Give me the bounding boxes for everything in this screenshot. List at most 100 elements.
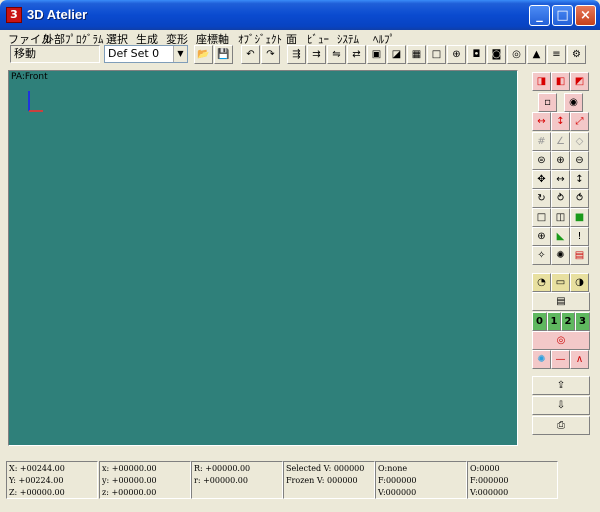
redo-icon[interactable]: ↷ [261, 45, 280, 64]
zoom-fit-icon[interactable]: ⊜ [532, 151, 551, 170]
globe-grid-icon[interactable]: ⊕ [532, 227, 551, 246]
scale-xy-icon[interactable]: ⤢ [570, 112, 589, 131]
layer-icon[interactable]: ▤ [532, 292, 590, 311]
disk-stack-icon[interactable]: ≡ [547, 45, 566, 64]
status-selected-v: Selected V: 000000 [286, 464, 365, 473]
cube-view-a-icon[interactable]: ◨ [532, 72, 551, 91]
scale-y-icon[interactable]: ↕ [551, 112, 570, 131]
sphere-icon[interactable]: ⊕ [447, 45, 466, 64]
close-button[interactable]: × [575, 5, 596, 26]
status-radius: R: +00000.00 r: +00000.00 [191, 461, 283, 499]
water-icon[interactable]: ✺ [532, 350, 551, 369]
select-c-icon[interactable]: ◑ [570, 273, 589, 292]
status-r: r: +00000.00 [194, 476, 248, 485]
menu-bar: ファイル 外部ﾌﾟﾛｸﾞﾗﾑ 選択 生成 変形 座標軸 ｵﾌﾞｼﾞｪｸﾄ 面 ﾋ… [4, 30, 596, 46]
layer-2-button[interactable]: 2 [561, 312, 575, 331]
transform-2-icon[interactable]: ⇉ [307, 45, 326, 64]
light-bulb-icon[interactable]: ✺ [551, 246, 570, 265]
status-vertices: Selected V: 000000 Frozen V: 000000 [283, 461, 375, 499]
cube-view-b-icon[interactable]: ◧ [551, 72, 570, 91]
mode-display: 移動 [10, 45, 100, 63]
save-icon[interactable]: 💾 [214, 45, 233, 64]
status-local-coords: x: +00000.00 y: +00000.00 z: +00000.00 [99, 461, 191, 499]
torus-icon[interactable]: ◎ [507, 45, 526, 64]
print-icon[interactable]: ⎙ [532, 416, 590, 435]
status-v-b: V:000000 [470, 488, 509, 497]
cube-view-c-icon[interactable]: ◩ [570, 72, 589, 91]
pan-icon[interactable]: ✥ [532, 170, 551, 189]
import-icon[interactable]: ⇩ [532, 396, 590, 415]
frame-icon[interactable]: ▫ [538, 93, 557, 112]
palette-icon[interactable]: ▤ [570, 246, 589, 265]
layer-3-button[interactable]: 3 [575, 312, 590, 331]
cube-outline-icon[interactable]: ◫ [551, 208, 570, 227]
rotate-icon[interactable]: ↻ [532, 189, 551, 208]
cone-icon[interactable]: ▲ [527, 45, 546, 64]
status-o-none: O:none [378, 464, 408, 473]
minimize-button[interactable]: _ [529, 5, 550, 26]
rotate-vertical-icon[interactable]: ⥀ [570, 189, 589, 208]
transform-1-icon[interactable]: ⇶ [287, 45, 306, 64]
cube-snap-icon[interactable]: ◇ [570, 132, 589, 151]
grid-icon[interactable]: ▦ [407, 45, 426, 64]
light-spot-icon[interactable]: ✧ [532, 246, 551, 265]
status-object-a: O:none F:000000 V:000000 [375, 461, 467, 499]
cube-solid-icon[interactable]: ■ [570, 208, 589, 227]
status-bar: X: +00244.00 Y: +00224.00 Z: +00000.00 x… [6, 461, 558, 499]
viewport-front[interactable]: PA:Front [8, 70, 518, 446]
viewport-label: PA:Front [11, 72, 48, 82]
box-icon[interactable]: □ [427, 45, 446, 64]
status-y: Y: +00224.00 [9, 476, 64, 485]
status-z: Z: +00000.00 [9, 488, 65, 497]
transform-4-icon[interactable]: ⇄ [347, 45, 366, 64]
square-icon[interactable]: □ [532, 208, 551, 227]
scale-x-icon[interactable]: ↔ [532, 112, 551, 131]
select-a-icon[interactable]: ◔ [532, 273, 551, 292]
select-b-icon[interactable]: ▭ [551, 273, 570, 292]
paint-bucket-icon[interactable]: ◣ [551, 227, 570, 246]
title-bar: 3 3D Atelier _ □ × [0, 0, 600, 30]
maximize-button[interactable]: □ [552, 5, 573, 26]
axis-gizmo-icon [28, 91, 43, 112]
angle-snap-icon[interactable]: ∠ [551, 132, 570, 151]
cylinder-2-icon[interactable]: ◙ [487, 45, 506, 64]
open-icon[interactable]: 📂 [194, 45, 213, 64]
target-icon[interactable]: ◎ [532, 331, 590, 350]
cylinder-icon[interactable]: ◘ [467, 45, 486, 64]
status-object-b: O:0000 F:000000 V:000000 [467, 461, 558, 499]
status-o-count: O:0000 [470, 464, 500, 473]
status-f-a: F:000000 [378, 476, 417, 485]
cube-green-icon[interactable]: ◪ [387, 45, 406, 64]
status-x: X: +00244.00 [9, 464, 65, 473]
line-icon[interactable]: — [551, 350, 570, 369]
app-icon[interactable]: 3 [6, 7, 22, 23]
cube-front-icon[interactable]: ▣ [367, 45, 386, 64]
status-R: R: +00000.00 [194, 464, 251, 473]
undo-icon[interactable]: ↶ [241, 45, 260, 64]
layer-0-button[interactable]: 0 [532, 312, 547, 331]
status-lx: x: +00000.00 [102, 464, 157, 473]
transform-3-icon[interactable]: ⇋ [327, 45, 346, 64]
globe-icon[interactable]: ◉ [564, 93, 583, 112]
defset-value: Def Set 0 [108, 47, 160, 60]
status-ly: y: +00000.00 [102, 476, 157, 485]
pan-vertical-icon[interactable]: ↕ [570, 170, 589, 189]
zoom-in-icon[interactable]: ⊕ [551, 151, 570, 170]
exclamation-icon[interactable]: ! [570, 227, 589, 246]
status-frozen-v: Frozen V: 000000 [286, 476, 358, 485]
export-icon[interactable]: ⇪ [532, 376, 590, 395]
rotate-horizontal-icon[interactable]: ⥁ [551, 189, 570, 208]
toolbar: 移動 Def Set 0 ▼ 📂 💾 ↶ ↷ ⇶ ⇉ ⇋ ⇄ ▣ ◪ ▦ □ ⊕… [4, 44, 596, 66]
status-v-a: V:000000 [378, 488, 417, 497]
zoom-out-icon[interactable]: ⊖ [570, 151, 589, 170]
chevron-down-icon[interactable]: ▼ [173, 46, 187, 62]
status-f-b: F:000000 [470, 476, 509, 485]
curve-icon[interactable]: ∧ [570, 350, 589, 369]
pan-horizontal-icon[interactable]: ↔ [551, 170, 570, 189]
grid-snap-icon[interactable]: # [532, 132, 551, 151]
status-lz: z: +00000.00 [102, 488, 157, 497]
window-title: 3D Atelier [27, 7, 88, 22]
defset-select[interactable]: Def Set 0 ▼ [104, 45, 188, 63]
layer-1-button[interactable]: 1 [547, 312, 561, 331]
gear-icon[interactable]: ⚙ [567, 45, 586, 64]
